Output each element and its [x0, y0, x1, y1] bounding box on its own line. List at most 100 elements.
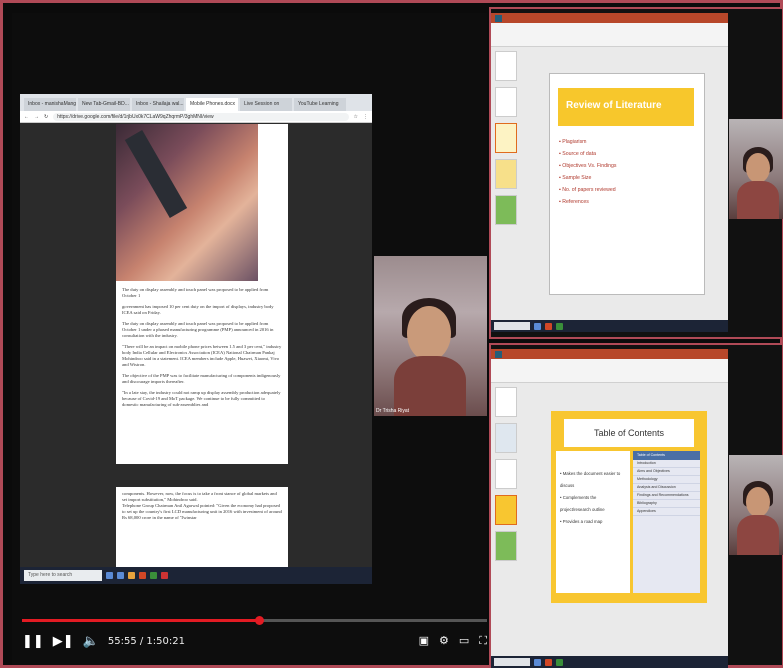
- browser-tab-active[interactable]: Mobile Phones.docx: [186, 98, 238, 111]
- doc-paragraph: The duty on display assembly and touch p…: [122, 321, 274, 338]
- slide-title: Review of Literature: [558, 88, 694, 126]
- taskbar-ppt-icon[interactable]: [139, 572, 146, 579]
- doc-paragraph: Telephone Group Chairman Anil Agarwal po…: [122, 503, 282, 520]
- slide-thumbnail-selected[interactable]: [495, 123, 517, 153]
- browser-tab-strip: Inbox - manishaMangal New Tab-Gmail-BD..…: [20, 94, 372, 111]
- browser-tab[interactable]: Inbox - Shailaja wal...: [132, 98, 184, 111]
- settings-icon[interactable]: ⚙: [439, 634, 449, 648]
- toc-item: Bibliography: [633, 500, 700, 508]
- toc-item: Analysis and Discussion: [633, 484, 700, 492]
- doc-paragraph: The objective of the PMP was to facilita…: [122, 373, 281, 384]
- participant-video-main: Dr Trisha Riyat: [374, 256, 487, 416]
- taskbar-ppt-icon[interactable]: [545, 322, 552, 330]
- slide-bullet: • Provides a road map: [560, 519, 603, 524]
- slide-thumbnail-selected[interactable]: [495, 495, 517, 525]
- taskbar-chrome-icon[interactable]: [150, 572, 157, 579]
- screen-share-panel-1: Review of Literature ▪ Plagiarism ▪ Sour…: [489, 7, 783, 339]
- taskbar-ppt-icon[interactable]: [545, 658, 552, 666]
- browser-tab[interactable]: YouTube Learning: [294, 98, 346, 111]
- doc-paragraph: "In a late stay, the industry could not …: [122, 390, 281, 407]
- forward-icon[interactable]: →: [34, 114, 39, 120]
- taskbar-app-icon[interactable]: [161, 572, 168, 579]
- slide-thumbnail[interactable]: [495, 87, 517, 117]
- slide-thumbnail[interactable]: [495, 159, 517, 189]
- ppt-titlebar: [491, 13, 728, 23]
- miniplayer-icon[interactable]: ▭: [459, 634, 469, 648]
- document-photo: [116, 124, 258, 281]
- shared-browser-window: Inbox - manishaMangal New Tab-Gmail-BD..…: [20, 94, 372, 584]
- slide-thumbnail[interactable]: [495, 51, 517, 81]
- doc-paragraph: components. However, now, the focus is t…: [122, 491, 277, 502]
- slide-bullet: ▪ Source of data: [559, 151, 597, 157]
- toc-item: Introduction: [633, 460, 700, 468]
- slide-bullet: ▪ Objectives Vs. Findings: [559, 163, 617, 169]
- ppt-title-chip: [495, 350, 503, 358]
- slide-bullets: ▪ Plagiarism ▪ Source of data ▪ Objectiv…: [559, 136, 616, 208]
- screen-share-panel-2: Table of Contents • Makes the document e…: [489, 343, 783, 668]
- windows-taskbar: [491, 656, 728, 668]
- powerpoint-window-2: Table of Contents • Makes the document e…: [491, 349, 728, 668]
- taskbar-app-icon[interactable]: [117, 572, 124, 579]
- taskbar-app-icon[interactable]: [106, 572, 113, 579]
- windows-taskbar: [491, 320, 728, 332]
- video-progress-bar[interactable]: [22, 616, 487, 625]
- doc-paragraph: "There will be an impact on mobile phone…: [122, 344, 282, 367]
- slide-bullet: ▪ References: [559, 199, 589, 205]
- taskbar-search[interactable]: [494, 322, 530, 330]
- pause-icon[interactable]: ❚❚: [22, 634, 44, 649]
- browser-tab[interactable]: Inbox - manishaMangal: [24, 98, 76, 111]
- taskbar-search[interactable]: [494, 658, 530, 666]
- slide-thumbnail[interactable]: [495, 387, 517, 417]
- meeting-frame: Inbox - manishaMangal New Tab-Gmail-BD..…: [0, 0, 783, 668]
- menu-icon[interactable]: ⋮: [363, 114, 368, 120]
- participant-name: Dr Trisha Riyat: [376, 408, 410, 414]
- doc-paragraph: The duty on display assembly and touch p…: [122, 287, 269, 298]
- slide-bullet: • Makes the document easier to discuss: [560, 471, 621, 488]
- taskbar-app-icon[interactable]: [534, 322, 541, 330]
- taskbar-search[interactable]: Type here to search: [24, 570, 102, 581]
- fullscreen-icon[interactable]: ⛶: [479, 634, 487, 648]
- slide-bullet: ▪ Plagiarism: [559, 139, 587, 145]
- slide-bullets: • Makes the document easier to discuss •…: [556, 451, 630, 593]
- slide-thumbnails: [495, 51, 523, 311]
- next-icon[interactable]: ▶❚: [53, 634, 74, 649]
- slide-thumbnail[interactable]: [495, 531, 517, 561]
- slide-bullet: • Complements the project/research outli…: [560, 495, 605, 512]
- toc-list: Table of Contents Introduction Aims and …: [633, 451, 700, 593]
- volume-icon[interactable]: 🔈: [83, 634, 99, 649]
- participant-video-2: [729, 455, 783, 555]
- slide-thumbnails: [495, 387, 523, 647]
- player-controls: ❚❚ ▶❚ 🔈 55:55 / 1:50:21 ▣ ⚙ ▭ ⛶: [22, 631, 487, 651]
- ppt-title-chip: [495, 14, 503, 22]
- taskbar-chrome-icon[interactable]: [556, 322, 563, 330]
- slide-canvas-2[interactable]: Table of Contents • Makes the document e…: [551, 411, 707, 603]
- browser-tab[interactable]: Live Session on: [240, 98, 292, 111]
- taskbar-app-icon[interactable]: [534, 658, 541, 666]
- slide-thumbnail[interactable]: [495, 459, 517, 489]
- windows-taskbar: Type here to search: [20, 567, 372, 584]
- taskbar-chrome-icon[interactable]: [556, 658, 563, 666]
- browser-tab[interactable]: New Tab-Gmail-BD...: [78, 98, 130, 111]
- slide-thumbnail[interactable]: [495, 423, 517, 453]
- ppt-ribbon: [491, 359, 728, 383]
- toc-header: Table of Contents: [633, 451, 700, 460]
- reload-icon[interactable]: ↻: [44, 114, 48, 120]
- taskbar-folder-icon[interactable]: [128, 572, 135, 579]
- address-bar: ← → ↻ https://drive.google.com/file/d/1r…: [20, 111, 372, 123]
- progress-fill: [22, 619, 260, 622]
- slide-bullet: ▪ No. of papers reviewed: [559, 187, 616, 193]
- toc-item: Aims and Objectives: [633, 468, 700, 476]
- star-icon[interactable]: ☆: [354, 114, 358, 120]
- doc-paragraph: government has imposed 10 per cent duty …: [122, 304, 274, 315]
- slide-title: Table of Contents: [564, 419, 694, 447]
- participant-video-1: [729, 119, 783, 219]
- ppt-titlebar: [491, 349, 728, 359]
- url-input[interactable]: https://drive.google.com/file/d/1rjbUx0k…: [53, 112, 349, 121]
- slide-bullet: ▪ Sample Size: [559, 175, 592, 181]
- time-display: 55:55 / 1:50:21: [107, 635, 185, 647]
- document-page: The duty on display assembly and touch p…: [116, 124, 288, 464]
- slide-canvas-1[interactable]: Review of Literature ▪ Plagiarism ▪ Sour…: [549, 73, 705, 295]
- captions-icon[interactable]: ▣: [419, 634, 429, 648]
- back-icon[interactable]: ←: [24, 114, 29, 120]
- slide-thumbnail[interactable]: [495, 195, 517, 225]
